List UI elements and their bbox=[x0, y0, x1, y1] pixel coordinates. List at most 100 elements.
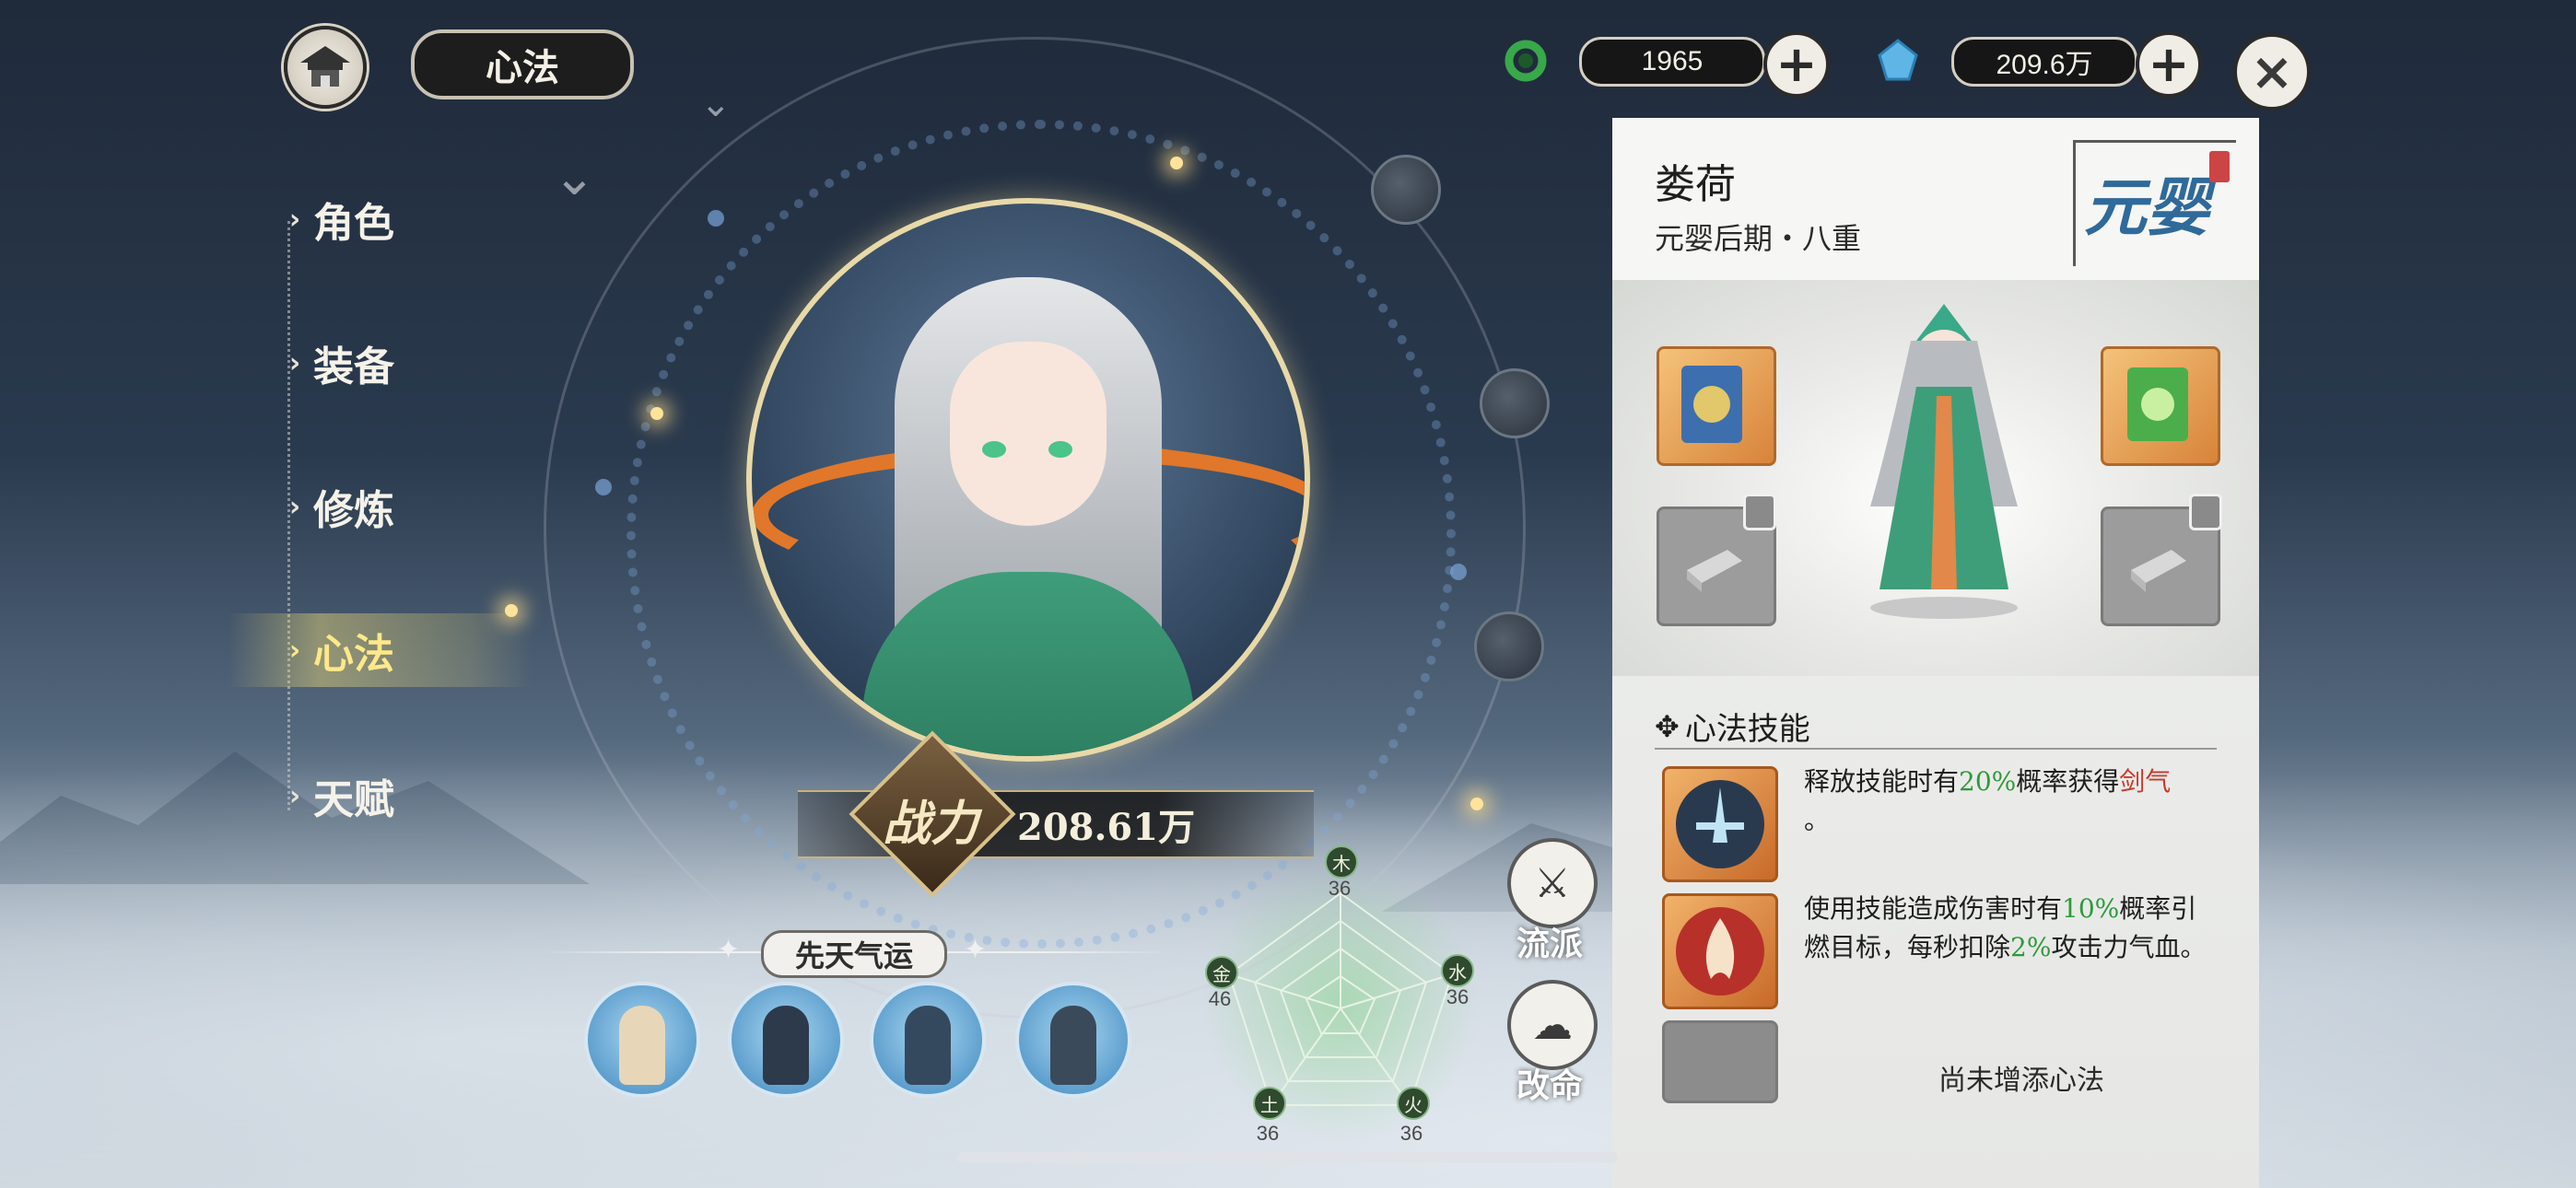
home-indicator[interactable] bbox=[958, 1152, 1618, 1163]
nav-item-label: 天赋 bbox=[313, 776, 394, 823]
fortune-character-icon bbox=[763, 1006, 809, 1085]
close-button[interactable]: × bbox=[2233, 33, 2311, 111]
nav-item-cultivation[interactable]: › 修炼 bbox=[276, 470, 553, 543]
currency-jade-value: 1965 bbox=[1579, 37, 1765, 87]
orbit-dot bbox=[1450, 564, 1467, 580]
chevron-right-icon: › bbox=[288, 779, 301, 812]
orbit-dot bbox=[708, 210, 724, 227]
skill-2-description: 使用技能造成伤害时有10%概率引燃目标，每秒扣除2%攻击力气血。 bbox=[1804, 890, 2219, 967]
character-rank: 元婴后期・八重 bbox=[1655, 221, 1862, 256]
nav-item-character[interactable]: › 角色 bbox=[276, 182, 553, 256]
destiny-label: 改命 bbox=[1516, 1066, 1583, 1105]
skill-1-text: 。 bbox=[1804, 805, 1831, 835]
nav-item-label: 角色 bbox=[313, 200, 394, 247]
jade-ring-icon bbox=[1502, 37, 1550, 85]
currency-crystal-value: 209.6万 bbox=[1951, 37, 2137, 87]
element-wood-badge: 木 bbox=[1325, 845, 1358, 879]
page-title: 心法 bbox=[411, 29, 634, 99]
fortune-character-icon bbox=[1050, 1006, 1096, 1085]
glow-particle bbox=[1170, 157, 1183, 169]
nav-item-talent[interactable]: › 天赋 bbox=[276, 759, 553, 833]
realm-text: 元婴 bbox=[2084, 171, 2210, 245]
element-earth-value: 36 bbox=[1256, 1122, 1280, 1145]
chevron-right-icon: › bbox=[288, 346, 301, 379]
skill-1-description: 释放技能时有20%概率获得剑气。 bbox=[1804, 763, 2219, 840]
chevron-right-icon: › bbox=[288, 490, 301, 523]
combat-power-value: 208.61万 bbox=[1017, 806, 1196, 849]
school-label: 流派 bbox=[1516, 925, 1583, 963]
book-icon bbox=[2127, 367, 2188, 441]
bird-decoration: ⌄ bbox=[700, 83, 732, 125]
sparkle-icon: ✥ bbox=[1655, 708, 1680, 744]
fortune-title: 先天气运 bbox=[761, 930, 947, 978]
moon-phase-icon bbox=[1474, 611, 1544, 681]
fortune-slot-1[interactable] bbox=[584, 982, 700, 1098]
element-water-badge: 水 bbox=[1441, 954, 1474, 987]
book-icon bbox=[1681, 366, 1742, 443]
mind-method-book-slot-1[interactable] bbox=[1657, 346, 1776, 466]
five-elements-radar bbox=[1227, 891, 1454, 1106]
skill-2-text: 攻击力气血。 bbox=[2051, 932, 2207, 962]
skills-section-title: ✥ 心法技能 bbox=[1655, 704, 1810, 749]
chevron-right-icon: › bbox=[288, 203, 301, 236]
combat-power-label: 战力 bbox=[882, 796, 978, 852]
character-full-figure bbox=[1833, 276, 2055, 626]
element-fire-badge: 火 bbox=[1397, 1087, 1430, 1120]
section-divider bbox=[1655, 748, 2217, 750]
element-earth-badge: 土 bbox=[1253, 1087, 1286, 1120]
chevron-right-icon: › bbox=[288, 634, 301, 667]
nav-item-mind-method[interactable]: › 心法 bbox=[228, 613, 533, 687]
skill-2-percent: 2% bbox=[2010, 932, 2052, 962]
nav-item-label: 心法 bbox=[313, 631, 394, 678]
destiny-button[interactable]: ☁ bbox=[1507, 980, 1598, 1070]
glow-particle bbox=[1470, 798, 1483, 810]
character-name: 娄荷 bbox=[1655, 161, 1736, 208]
skill-1-text: 释放技能时有 bbox=[1804, 766, 1960, 797]
empty-skill-label: 尚未增添心法 bbox=[1938, 1065, 2104, 1097]
skill-1-keyword: 剑气 bbox=[2119, 766, 2172, 797]
element-fire-value: 36 bbox=[1399, 1122, 1423, 1145]
element-water-value: 36 bbox=[1446, 985, 1469, 1008]
fortune-slot-3[interactable] bbox=[870, 982, 986, 1098]
orbit-dot bbox=[595, 479, 612, 495]
fortune-character-icon bbox=[619, 1006, 665, 1085]
seal-stamp-icon bbox=[2209, 151, 2230, 182]
skill-1-text: 概率获得 bbox=[2016, 766, 2120, 797]
add-jade-button[interactable]: + bbox=[1763, 31, 1830, 98]
crossed-swords-icon: ⚔ bbox=[1534, 859, 1571, 907]
portrait-face bbox=[950, 342, 1107, 526]
empty-skill-slot[interactable] bbox=[1662, 1020, 1778, 1103]
fortune-slot-4[interactable] bbox=[1015, 982, 1131, 1098]
lock-icon bbox=[1743, 494, 1776, 530]
skill-sword-qi-icon[interactable] bbox=[1662, 766, 1778, 882]
element-wood-value: 36 bbox=[1328, 877, 1352, 900]
mind-method-book-slot-2[interactable] bbox=[2101, 346, 2220, 466]
lock-icon bbox=[2189, 494, 2222, 530]
nav-item-label: 装备 bbox=[313, 344, 394, 390]
sparkle-icon: ✦ bbox=[717, 934, 741, 966]
skill-2-text: 使用技能造成伤害时有 bbox=[1804, 893, 2063, 924]
nav-item-label: 修炼 bbox=[313, 487, 394, 534]
fortune-slot-2[interactable] bbox=[728, 982, 844, 1098]
element-metal-badge: 金 bbox=[1205, 956, 1238, 989]
glow-particle bbox=[650, 407, 663, 420]
character-portrait bbox=[746, 198, 1310, 762]
glow-particle bbox=[505, 604, 518, 617]
pavilion-icon bbox=[300, 46, 350, 87]
nav-item-equipment[interactable]: › 装备 bbox=[276, 326, 553, 400]
moon-phase-icon bbox=[1371, 155, 1441, 225]
blue-crystal-icon bbox=[1874, 37, 1922, 85]
skills-section-label: 心法技能 bbox=[1684, 711, 1810, 748]
skill-ignite-icon[interactable] bbox=[1662, 893, 1778, 1009]
skill-1-chance: 20% bbox=[1959, 766, 2017, 797]
home-button[interactable] bbox=[284, 26, 367, 109]
skill-2-chance: 10% bbox=[2062, 893, 2120, 924]
school-button[interactable]: ⚔ bbox=[1507, 838, 1598, 928]
moon-phase-icon bbox=[1480, 368, 1550, 438]
bird-decoration: ⌄ bbox=[553, 147, 596, 207]
cloud-swirl-icon: ☁ bbox=[1532, 1001, 1573, 1049]
sparkle-icon: ✦ bbox=[964, 934, 988, 966]
element-metal-value: 46 bbox=[1208, 987, 1232, 1010]
add-crystal-button[interactable]: + bbox=[2136, 31, 2202, 98]
fortune-character-icon bbox=[905, 1006, 951, 1085]
